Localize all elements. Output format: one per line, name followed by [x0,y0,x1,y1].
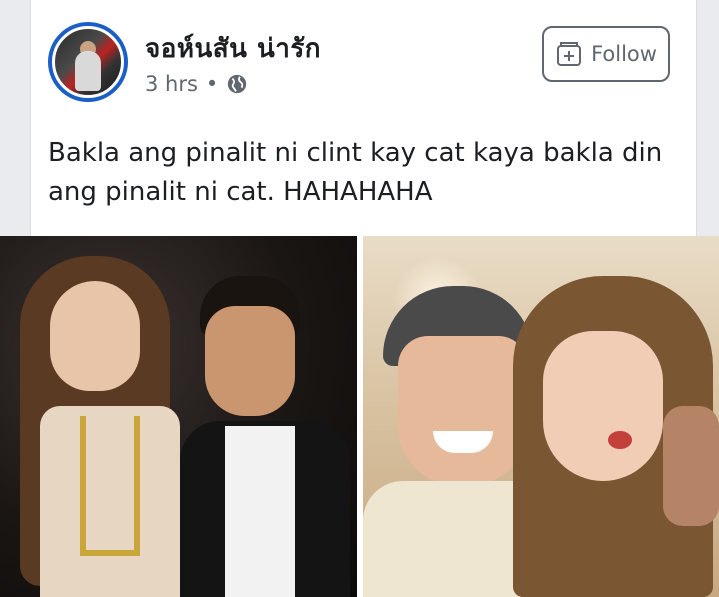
woman-lips [608,431,632,449]
author-name[interactable]: จอห์นสัน น่ารัก [145,28,321,69]
hand [663,406,719,526]
globe-icon [228,74,247,94]
man-face [398,336,528,486]
post-time[interactable]: 3 hrs [145,72,198,96]
follow-add-icon [557,42,582,66]
follow-button[interactable]: Follow [542,26,670,82]
follow-label: Follow [591,42,657,66]
avatar-image [52,26,124,98]
dress-necklace [80,416,140,556]
man-face [205,306,295,416]
post-meta: 3 hrs • [145,72,248,96]
meta-separator: • [205,72,219,96]
man-shirt [225,426,295,597]
avatar-figure [75,51,101,91]
left-photo[interactable] [0,236,357,597]
post-text: Bakla ang pinalit ni clint kay cat kaya … [48,138,663,207]
right-photo[interactable] [363,236,719,597]
woman-face [543,331,663,481]
avatar[interactable] [48,22,128,102]
woman-face [50,281,140,391]
